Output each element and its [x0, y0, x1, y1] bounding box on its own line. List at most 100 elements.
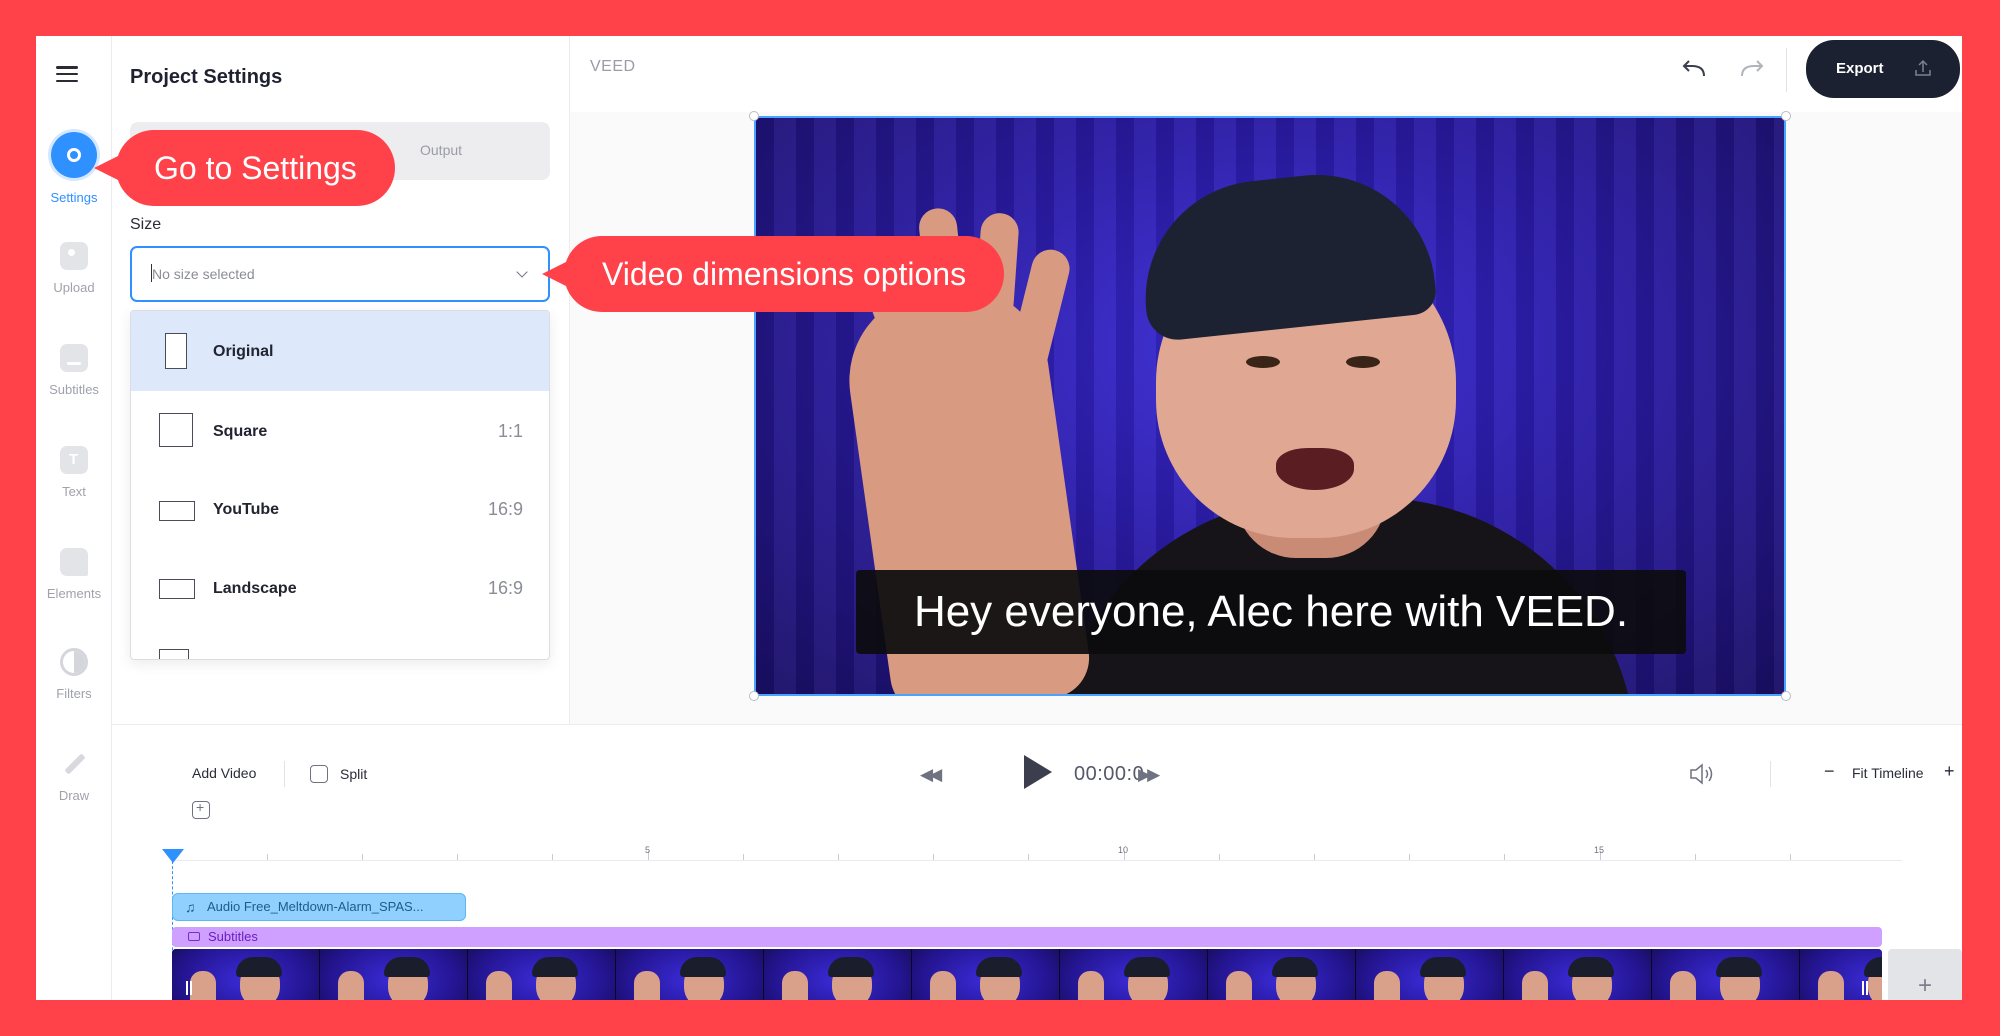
split-button[interactable]: Split — [310, 765, 367, 783]
size-option-ratio: 16:9 — [487, 578, 523, 598]
control-divider — [284, 761, 285, 787]
add-clip-button[interactable]: + — [1888, 949, 1962, 1000]
resize-handle[interactable] — [1781, 691, 1791, 701]
subtitle-caption[interactable]: Hey everyone, Alec here with VEED. — [856, 570, 1686, 654]
rewind-icon[interactable]: ◀◀ — [920, 765, 942, 785]
control-divider — [1770, 761, 1771, 787]
fit-timeline-button[interactable]: Fit Timeline — [1852, 765, 1924, 781]
ruler-tick — [1314, 854, 1315, 860]
video-thumbnail — [1504, 949, 1652, 1000]
subtitle-track-label: Subtitles — [208, 929, 258, 944]
size-option-youtube[interactable]: YouTube 16:9 — [131, 471, 549, 551]
settings-icon — [51, 132, 97, 178]
widescreen-shape-icon — [159, 501, 195, 521]
tab-output[interactable]: Output — [420, 142, 462, 158]
ruler-label: 10 — [1118, 845, 1129, 855]
callout-settings: Go to Settings — [94, 130, 395, 206]
ruler-label: 5 — [645, 845, 651, 855]
menu-icon[interactable] — [56, 66, 78, 82]
upload-arrow-icon — [1915, 59, 1931, 76]
video-thumbnail — [1060, 949, 1208, 1000]
add-video-label: Add Video — [192, 765, 257, 781]
rail-label-subtitles: Subtitles — [49, 382, 99, 397]
ruler-tick — [1219, 854, 1220, 860]
size-label: Size — [130, 216, 162, 233]
trim-handle-right[interactable] — [1862, 981, 1868, 995]
music-note-icon: ♫ — [185, 899, 196, 915]
undo-icon[interactable] — [1676, 54, 1712, 86]
audio-track-label: Audio Free_Meltdown-Alarm_SPAS... — [207, 899, 424, 914]
text-icon — [60, 446, 88, 474]
trim-handle-left[interactable] — [186, 981, 192, 995]
rail-item-upload[interactable]: Upload — [36, 242, 112, 324]
ruler-tick — [1790, 854, 1791, 860]
video-thumbnail — [1800, 949, 1882, 1000]
redo-icon[interactable] — [1734, 54, 1770, 86]
video-thumbnail — [468, 949, 616, 1000]
rail-item-elements[interactable]: Elements — [36, 548, 112, 630]
size-option-ratio: 1:1 — [497, 421, 523, 441]
resize-handle[interactable] — [749, 691, 759, 701]
callout-dimensions: Video dimensions options — [541, 236, 1005, 312]
timeline-ruler[interactable]: 5 10 15 — [172, 845, 1902, 861]
rail-label-upload: Upload — [53, 280, 95, 295]
play-icon[interactable] — [1024, 755, 1052, 789]
export-button[interactable]: Export — [1806, 40, 1960, 98]
elements-icon — [60, 548, 88, 576]
ruler-tick — [552, 854, 553, 860]
shape-icon — [159, 649, 189, 659]
size-dropdown: Original Square 1:1 YouTube 16:9 Landsca… — [130, 310, 550, 660]
zoom-in-icon[interactable]: + — [1944, 761, 1955, 782]
chevron-down-icon — [516, 266, 528, 278]
size-option-landscape[interactable]: Landscape 16:9 — [131, 549, 549, 629]
ruler-tick — [1028, 854, 1029, 860]
rail-item-filters[interactable]: Filters — [36, 648, 112, 730]
audio-track[interactable]: ♫ Audio Free_Meltdown-Alarm_SPAS... — [172, 893, 466, 921]
size-option-original[interactable]: Original — [131, 311, 549, 391]
size-option-square[interactable]: Square 1:1 — [131, 391, 549, 471]
ruler-tick — [267, 854, 268, 860]
widescreen-shape-icon — [159, 579, 195, 599]
size-option-partial[interactable] — [131, 629, 549, 659]
video-thumbnail — [764, 949, 912, 1000]
subtitles-icon — [60, 344, 88, 372]
resize-handle[interactable] — [1781, 111, 1791, 121]
app-window: Settings Upload Subtitles Text Elements … — [36, 36, 1962, 1000]
ruler-tick — [1695, 854, 1696, 860]
fast-forward-icon[interactable]: ▶▶ — [1138, 765, 1160, 785]
time-display: 00:00:0 — [1074, 763, 1145, 785]
rail-item-subtitles[interactable]: Subtitles — [36, 344, 112, 426]
portrait-shape-icon — [165, 333, 187, 369]
size-select[interactable]: No size selected — [130, 246, 550, 302]
rail-label-elements: Elements — [46, 586, 102, 601]
resize-handle[interactable] — [749, 111, 759, 121]
toolbar-divider — [1786, 48, 1787, 92]
subtitle-track[interactable]: Subtitles — [172, 927, 1882, 947]
person-eye — [1246, 356, 1280, 368]
rail-item-text[interactable]: Text — [36, 446, 112, 528]
volume-icon[interactable] — [1688, 761, 1718, 787]
rail-label-draw: Draw — [58, 788, 90, 803]
ruler-tick — [838, 854, 839, 860]
size-option-label: Original — [213, 343, 274, 360]
size-select-placeholder: No size selected — [152, 266, 255, 282]
video-track[interactable] — [172, 949, 1882, 1000]
ruler-tick — [362, 854, 363, 860]
video-preview[interactable]: Hey everyone, Alec here with VEED. — [754, 116, 1786, 696]
upload-icon — [60, 242, 88, 270]
size-option-label: Landscape — [213, 580, 297, 597]
brand-label: VEED — [590, 58, 636, 75]
video-thumbnail — [1208, 949, 1356, 1000]
ruler-tick — [1409, 854, 1410, 860]
zoom-out-icon[interactable]: − — [1824, 761, 1835, 782]
video-thumbnail — [616, 949, 764, 1000]
export-label: Export — [1836, 60, 1884, 77]
rail-label-settings: Settings — [50, 190, 98, 205]
playhead-handle[interactable] — [162, 849, 184, 863]
draw-icon — [60, 750, 88, 778]
panel-title: Project Settings — [130, 66, 283, 88]
video-thumbnail — [1356, 949, 1504, 1000]
rail-item-draw[interactable]: Draw — [36, 750, 112, 832]
ruler-tick — [1504, 854, 1505, 860]
add-video-button[interactable]: Add Video — [192, 765, 257, 819]
